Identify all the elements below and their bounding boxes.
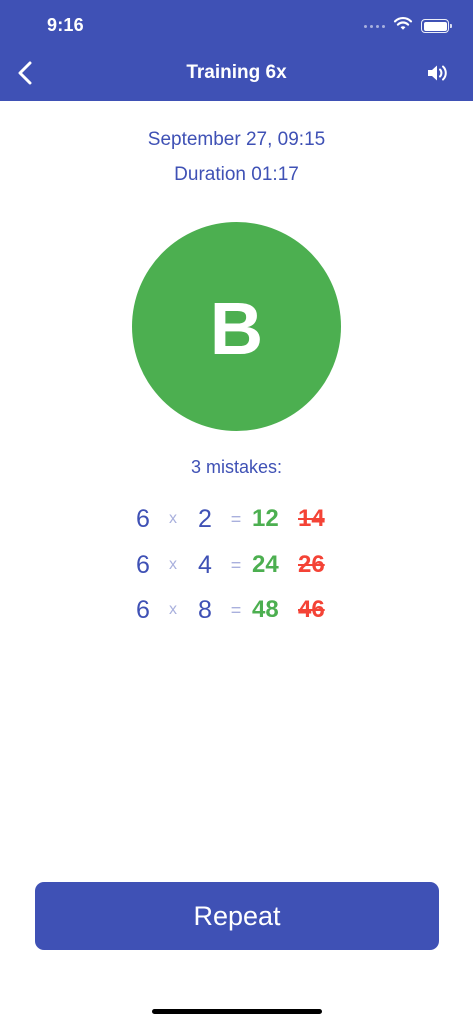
wrong-answer: 46 — [298, 596, 325, 623]
wrong-answer: 26 — [298, 551, 325, 578]
equals-sign: = — [230, 600, 242, 620]
equals-sign: = — [230, 555, 242, 575]
wifi-icon — [393, 16, 413, 36]
mistake-row: 6 x 4 = 24 26 — [0, 548, 473, 582]
grade-badge: B — [132, 222, 341, 431]
multiply-sign: x — [169, 601, 177, 618]
multiply-sign: x — [169, 510, 177, 527]
repeat-button[interactable]: Repeat — [35, 882, 439, 950]
page-title: Training 6x — [186, 62, 287, 83]
mistake-row: 6 x 2 = 12 14 — [0, 502, 473, 536]
mistakes-title: 3 mistakes: — [190, 457, 283, 477]
correct-answer: 24 — [252, 551, 279, 578]
correct-answer: 48 — [252, 596, 279, 623]
grade-letter: B — [209, 286, 264, 370]
duration-value: 01:17 — [251, 164, 299, 185]
session-duration: Duration 01:17 — [0, 164, 473, 186]
multiplier: 4 — [198, 551, 212, 579]
sound-toggle-button[interactable] — [421, 60, 455, 90]
equals-sign: = — [230, 509, 242, 529]
training-result-screen: 9:16 Training 6x September 27, 09:15 Dur… — [0, 0, 473, 1024]
duration-label: Duration — [174, 164, 246, 185]
wrong-answer: 14 — [298, 505, 325, 532]
mistake-row: 6 x 8 = 48 46 — [0, 593, 473, 627]
cellular-signal-icon — [364, 24, 385, 28]
multiplier: 2 — [198, 505, 212, 533]
multiplicand: 6 — [136, 505, 150, 533]
multiplier: 8 — [198, 596, 212, 624]
status-indicators — [364, 16, 452, 36]
speaker-volume-icon — [426, 63, 450, 88]
app-header: 9:16 Training 6x — [0, 0, 473, 101]
home-indicator — [152, 1009, 322, 1014]
correct-answer: 12 — [252, 505, 279, 532]
multiplicand: 6 — [136, 551, 150, 579]
status-time: 9:16 — [47, 15, 84, 35]
multiply-sign: x — [169, 556, 177, 573]
session-date: September 27, 09:15 — [147, 129, 326, 150]
multiplicand: 6 — [136, 596, 150, 624]
battery-icon — [421, 19, 452, 33]
